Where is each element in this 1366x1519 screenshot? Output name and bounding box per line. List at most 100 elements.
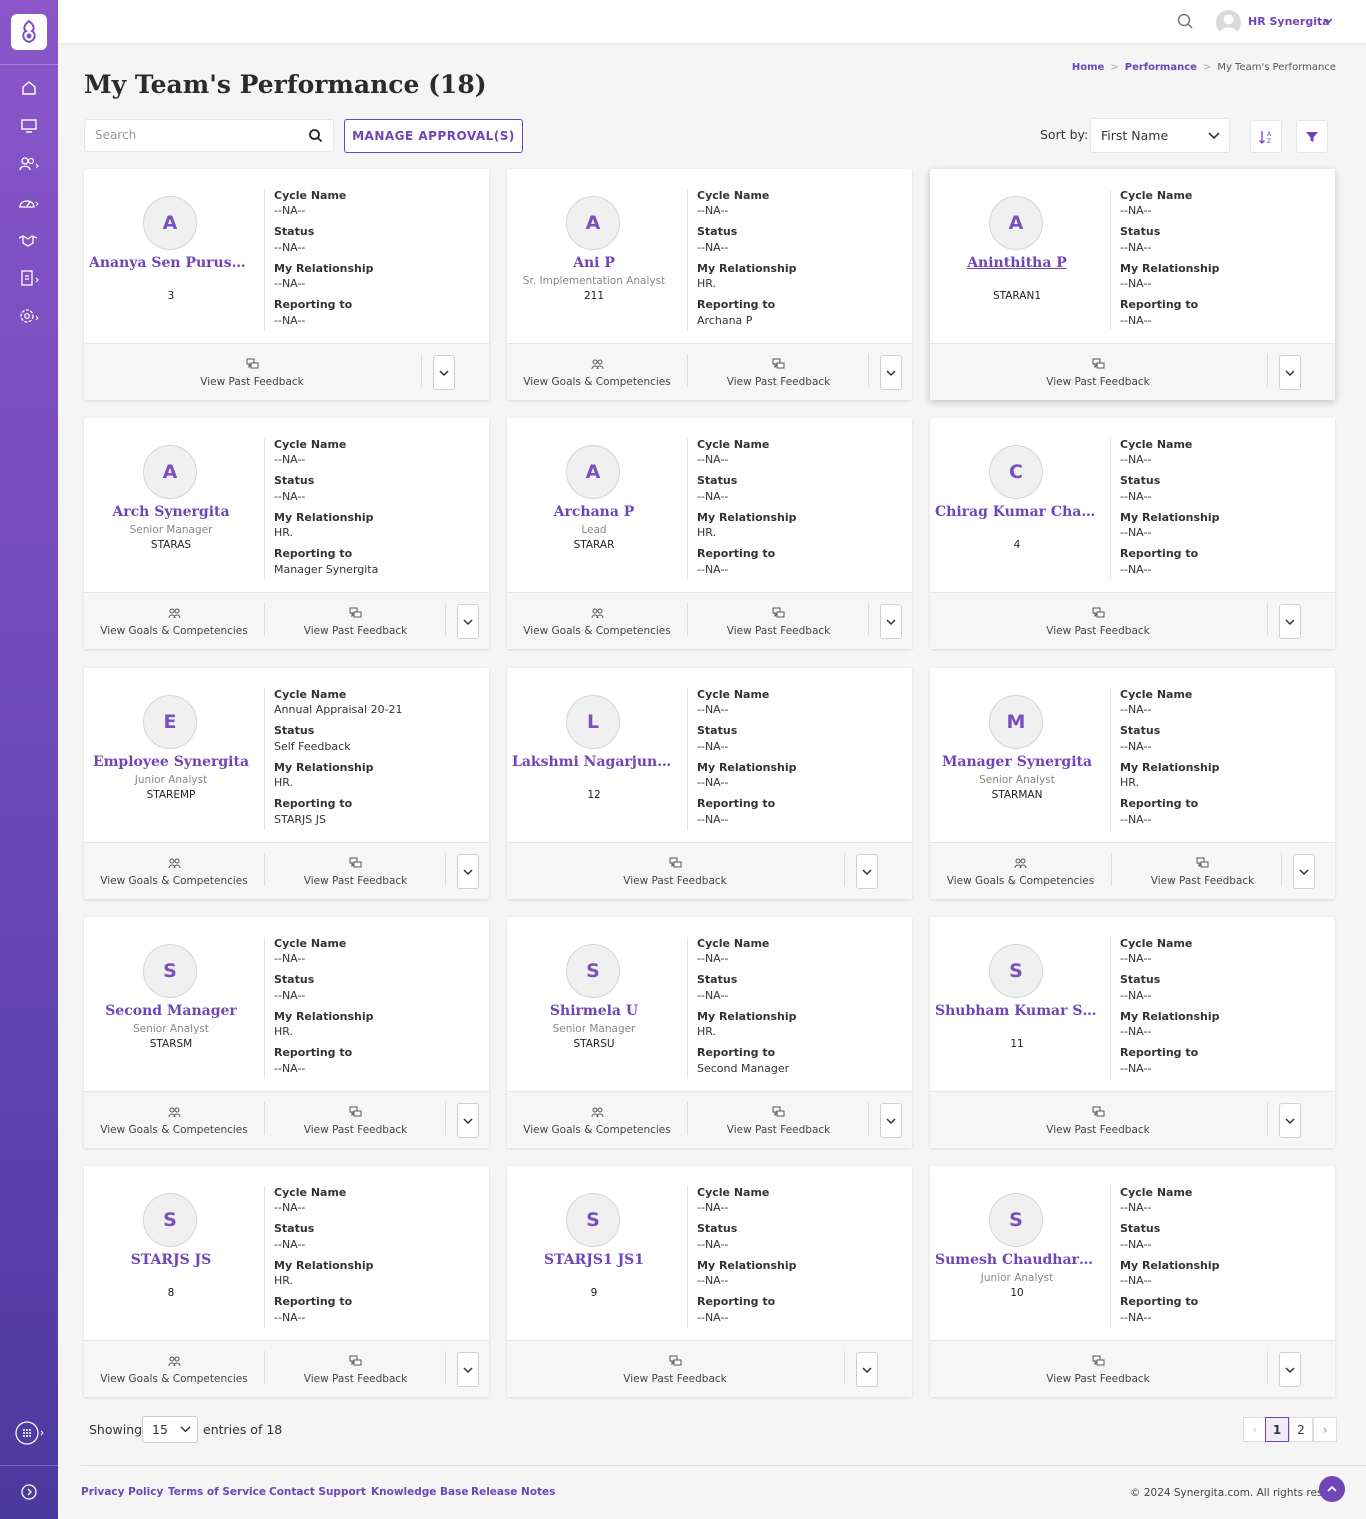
contact-support-link[interactable]: Contact Support <box>269 1486 366 1498</box>
member-name[interactable]: Sumesh Chaudhary Singh <box>935 1252 1099 1268</box>
view-goals-button[interactable]: View Goals & Competencies <box>507 593 687 650</box>
view-feedback-button[interactable]: View Past Feedback <box>507 843 843 900</box>
member-name[interactable]: Archana P <box>512 504 676 520</box>
card-menu-dropdown[interactable] <box>1293 854 1315 889</box>
nav-home-icon[interactable] <box>0 73 58 103</box>
cycle-label: Cycle Name <box>697 937 770 950</box>
member-name[interactable]: Ani P <box>512 255 676 271</box>
member-name[interactable]: Lakshmi Nagarjuna Reddy <box>512 754 676 770</box>
card-menu-dropdown[interactable] <box>856 854 878 889</box>
prev-page-button[interactable]: ‹ <box>1243 1417 1267 1442</box>
sort-label: Sort by: <box>1040 127 1089 142</box>
avatar[interactable] <box>1216 10 1241 35</box>
avatar-initial: A <box>162 461 178 483</box>
logo-icon[interactable] <box>11 14 47 50</box>
view-goals-button[interactable]: View Goals & Competencies <box>507 344 687 401</box>
cycle-value: --NA-- <box>697 703 729 716</box>
view-feedback-button[interactable]: View Past Feedback <box>930 1341 1266 1398</box>
view-goals-button[interactable]: View Goals & Competencies <box>84 1341 264 1398</box>
page-2-button[interactable]: 2 <box>1289 1417 1313 1442</box>
view-goals-label: View Goals & Competencies <box>100 1372 248 1385</box>
page-1-button[interactable]: 1 <box>1265 1417 1289 1442</box>
view-feedback-button[interactable]: View Past Feedback <box>688 344 869 401</box>
breadcrumb-performance[interactable]: Performance <box>1125 62 1197 73</box>
per-page-select[interactable]: 15 <box>142 1416 198 1443</box>
team-member-card: S STARJS1 JS1 9 Cycle Name --NA-- Status… <box>507 1166 912 1397</box>
card-menu-dropdown[interactable] <box>1279 355 1301 390</box>
relationship-value: HR. <box>274 526 294 539</box>
nav-dashboard-icon[interactable] <box>0 187 58 217</box>
card-menu-dropdown[interactable] <box>457 1103 479 1138</box>
chevron-down-icon[interactable] <box>1322 15 1334 27</box>
filter-button[interactable] <box>1296 120 1328 153</box>
member-code: 10 <box>1010 1287 1024 1299</box>
view-feedback-button[interactable]: View Past Feedback <box>265 593 446 650</box>
manage-approvals-button[interactable]: MANAGE APPROVAL(S) <box>344 119 523 153</box>
view-goals-button[interactable]: View Goals & Competencies <box>84 843 264 900</box>
member-name[interactable]: Arch Synergita <box>89 504 253 520</box>
card-menu-dropdown[interactable] <box>880 355 902 390</box>
card-menu-dropdown[interactable] <box>880 604 902 639</box>
view-feedback-button[interactable]: View Past Feedback <box>265 1341 446 1398</box>
status-label: Status <box>697 973 738 986</box>
apps-button[interactable] <box>0 1418 58 1448</box>
expand-sidebar-button[interactable] <box>0 1477 58 1507</box>
card-menu-dropdown[interactable] <box>1279 1352 1301 1387</box>
view-feedback-button[interactable]: View Past Feedback <box>930 1092 1266 1149</box>
knowledge-base-link[interactable]: Knowledge Base <box>371 1486 469 1498</box>
sort-order-button[interactable]: AZ <box>1250 120 1282 153</box>
member-name[interactable]: Ananya Sen Purushottam <box>89 255 253 271</box>
card-menu-dropdown[interactable] <box>457 1352 479 1387</box>
breadcrumb-home[interactable]: Home <box>1072 62 1104 73</box>
view-goals-button[interactable]: View Goals & Competencies <box>84 1092 264 1149</box>
terms-link[interactable]: Terms of Service <box>168 1486 266 1498</box>
search-icon[interactable] <box>308 128 323 143</box>
view-feedback-button[interactable]: View Past Feedback <box>265 843 446 900</box>
card-menu-dropdown[interactable] <box>433 355 455 390</box>
member-name[interactable]: Shubham Kumar Sharma <box>935 1003 1099 1019</box>
privacy-policy-link[interactable]: Privacy Policy <box>81 1486 163 1498</box>
status-label: Status <box>274 225 315 238</box>
view-goals-button[interactable]: View Goals & Competencies <box>930 843 1111 900</box>
view-feedback-button[interactable]: View Past Feedback <box>1112 843 1293 900</box>
member-name[interactable]: Manager Synergita <box>935 754 1099 770</box>
view-feedback-button[interactable]: View Past Feedback <box>930 344 1266 401</box>
scroll-top-button[interactable] <box>1319 1476 1345 1502</box>
card-menu-dropdown[interactable] <box>1279 604 1301 639</box>
member-name[interactable]: STARJS1 JS1 <box>512 1252 676 1268</box>
card-menu-dropdown[interactable] <box>880 1103 902 1138</box>
view-goals-button[interactable]: View Goals & Competencies <box>507 1092 687 1149</box>
nav-people-icon[interactable] <box>0 149 58 179</box>
sort-select[interactable]: First Name <box>1090 118 1230 153</box>
view-goals-button[interactable]: View Goals & Competencies <box>84 593 264 650</box>
card-menu-dropdown[interactable] <box>856 1352 878 1387</box>
view-feedback-button[interactable]: View Past Feedback <box>688 593 869 650</box>
member-name[interactable]: STARJS JS <box>89 1252 253 1268</box>
member-name[interactable]: Aninthitha P <box>935 255 1099 271</box>
view-feedback-button[interactable]: View Past Feedback <box>84 344 420 401</box>
view-feedback-button[interactable]: View Past Feedback <box>930 593 1266 650</box>
view-feedback-button[interactable]: View Past Feedback <box>507 1341 843 1398</box>
svg-text:Z: Z <box>1267 138 1271 145</box>
next-page-button[interactable]: › <box>1313 1417 1337 1442</box>
nav-monitor-icon[interactable] <box>0 111 58 141</box>
member-code: STARAR <box>573 539 615 551</box>
search-icon[interactable] <box>1176 12 1194 30</box>
nav-settings-icon[interactable] <box>0 301 58 331</box>
release-notes-link[interactable]: Release Notes <box>471 1486 555 1498</box>
member-name[interactable]: Chirag Kumar Chauhan <box>935 504 1099 520</box>
user-name[interactable]: HR Synergita <box>1248 15 1330 28</box>
member-name[interactable]: Second Manager <box>89 1003 253 1019</box>
member-name[interactable]: Shirmela U <box>512 1003 676 1019</box>
view-feedback-button[interactable]: View Past Feedback <box>688 1092 869 1149</box>
view-feedback-label: View Past Feedback <box>1046 375 1150 388</box>
nav-handshake-icon[interactable] <box>0 225 58 255</box>
card-menu-dropdown[interactable] <box>1279 1103 1301 1138</box>
member-name[interactable]: Employee Synergita <box>89 754 253 770</box>
card-menu-dropdown[interactable] <box>457 854 479 889</box>
view-feedback-button[interactable]: View Past Feedback <box>265 1092 446 1149</box>
sort-value: First Name <box>1101 128 1169 143</box>
nav-clipboard-icon[interactable] <box>0 263 58 293</box>
search-input[interactable]: Search <box>84 119 334 152</box>
card-menu-dropdown[interactable] <box>457 604 479 639</box>
